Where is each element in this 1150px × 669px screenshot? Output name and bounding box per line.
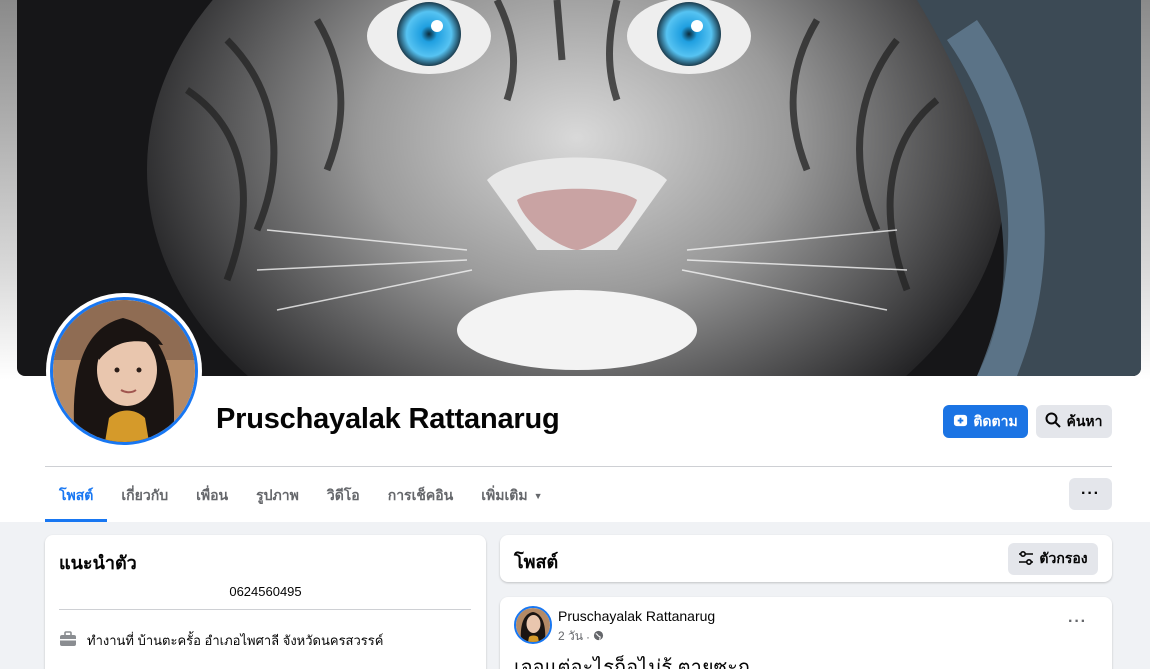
profile-picture[interactable] (46, 293, 202, 449)
posts-title: โพสต์ (514, 552, 559, 572)
filter-button[interactable]: ตัวกรอง (1008, 543, 1098, 575)
post-options-button[interactable]: ··· (1068, 613, 1087, 631)
tab-label: วิดีโอ (326, 487, 360, 503)
cover-photo[interactable] (17, 0, 1141, 376)
post-time[interactable]: 2 วัน (558, 627, 583, 646)
profile-name: Pruschayalak Rattanarug (216, 403, 560, 435)
post-meta: 2 วัน · (558, 627, 604, 646)
tabs-divider (45, 466, 1112, 467)
tab-posts[interactable]: โพสต์ (45, 470, 108, 522)
intro-bio: 0624560495 (229, 584, 302, 599)
tab-label: รูปภาพ (256, 487, 299, 503)
tab-label: เพิ่มเติม (481, 487, 528, 503)
profile-more-button[interactable]: ··· (1069, 478, 1112, 510)
intro-title: แนะนำตัว (59, 553, 137, 573)
more-dots-icon: ··· (1081, 485, 1100, 502)
tab-label: เพื่อน (196, 487, 229, 503)
profile-tabs: โพสต์ เกี่ยวกับ เพื่อน รูปภาพ วิดีโอ การ… (45, 470, 557, 522)
profile-avatar (50, 297, 198, 445)
globe-icon[interactable] (593, 630, 604, 644)
intro-work-text[interactable]: ทำงานที่ บ้านตะครั้อ อำเภอไพศาลี จังหวัด… (87, 630, 383, 651)
post-author-avatar[interactable] (514, 606, 552, 644)
tab-checkins[interactable]: การเช็คอิน (374, 470, 468, 522)
tab-label: การเช็คอิน (387, 487, 454, 503)
post-author-name[interactable]: Pruschayalak Rattanarug (558, 608, 715, 624)
follow-label: ติดตาม (973, 412, 1018, 429)
post-card: Pruschayalak Rattanarug 2 วัน · ··· เจอแ… (500, 597, 1112, 669)
tab-about[interactable]: เกี่ยวกับ (107, 470, 182, 522)
tab-videos[interactable]: วิดีโอ (313, 470, 374, 522)
magnifier-icon (1045, 412, 1062, 431)
tab-label: โพสต์ (59, 487, 94, 503)
post-text: เจอแต่อะไรก็อไม่รู้ ตายซะก (514, 657, 751, 669)
meta-separator: · (585, 629, 590, 644)
posts-header-card: โพสต์ ตัวกรอง (500, 535, 1112, 582)
profile-header: Pruschayalak Rattanarug ติดตาม ค้นหา โพส… (0, 0, 1150, 522)
profile-search-button[interactable]: ค้นหา (1036, 405, 1112, 438)
search-label: ค้นหา (1066, 412, 1103, 429)
follow-button[interactable]: ติดตาม (943, 405, 1028, 438)
intro-work-item: ทำงานที่ บ้านตะครั้อ อำเภอไพศาลี จังหวัด… (59, 630, 383, 651)
intro-divider (59, 609, 471, 610)
tab-friends[interactable]: เพื่อน (182, 470, 242, 522)
tab-label: เกี่ยวกับ (121, 487, 169, 503)
tab-photos[interactable]: รูปภาพ (242, 470, 313, 522)
sliders-icon (1018, 550, 1034, 568)
caret-down-icon: ▼ (533, 491, 543, 501)
intro-card: แนะนำตัว 0624560495 ทำงานที่ บ้านตะครั้อ… (45, 535, 486, 669)
tab-more[interactable]: เพิ่มเติม ▼ (467, 470, 556, 522)
follow-plus-icon (953, 413, 968, 431)
briefcase-icon (59, 631, 77, 650)
filter-label: ตัวกรอง (1039, 550, 1088, 566)
